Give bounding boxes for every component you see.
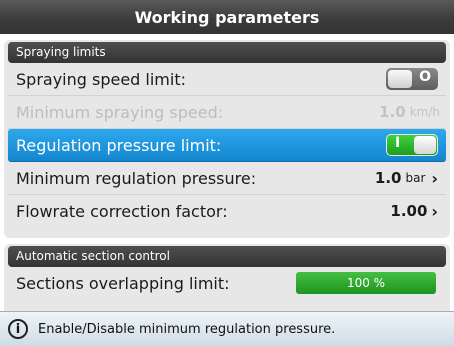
title-bar: Working parameters [0,0,454,34]
row-label: Minimum spraying speed: [16,102,224,122]
section-header-spraying-limits: Spraying limits [8,42,446,63]
row-label: Regulation pressure limit: [16,135,222,155]
spraying-limits-panel: Spraying limits Spraying speed limit: O … [4,40,450,238]
spraying-speed-limit-toggle[interactable]: O [386,68,438,90]
bar-value: 100 % [346,276,386,290]
overlapping-limit-bar[interactable]: 100 % [296,272,436,294]
sections-overlapping-limit-row[interactable]: Sections overlapping limit: 100 % [8,267,446,299]
toggle-on-symbol: I [395,135,401,151]
row-label: Spraying speed limit: [16,69,186,89]
minimum-regulation-pressure-row[interactable]: Minimum regulation pressure: 1.0 bar › [8,162,446,195]
toggle-off-symbol: O [419,69,431,85]
chevron-right-icon: › [431,201,438,221]
flowrate-correction-factor-row[interactable]: Flowrate correction factor: 1.00 › [8,195,446,227]
row-label: Flowrate correction factor: [16,201,228,221]
info-icon: i [8,319,28,339]
row-label: Sections overlapping limit: [16,273,230,293]
row-unit: bar [405,171,426,185]
info-bar: i Enable/Disable minimum regulation pres… [0,311,454,346]
row-value: 1.00 [390,202,428,220]
toggle-knob [388,70,412,88]
row-label: Minimum regulation pressure: [16,168,257,188]
window-title: Working parameters [134,7,320,27]
section-header-automatic-section-control: Automatic section control [8,246,446,267]
regulation-pressure-limit-toggle[interactable]: I [386,134,438,156]
info-text: Enable/Disable minimum regulation pressu… [38,321,336,337]
spraying-speed-limit-row[interactable]: Spraying speed limit: O [8,63,446,96]
regulation-pressure-limit-row[interactable]: Regulation pressure limit: I [8,129,446,162]
row-value: 1.0 [379,103,406,121]
row-unit: km/h [409,105,440,119]
minimum-spraying-speed-row: Minimum spraying speed: 1.0 km/h [8,96,446,129]
toggle-knob [414,136,436,154]
automatic-section-control-panel: Automatic section control Sections overl… [4,244,450,319]
chevron-right-icon: › [431,168,438,188]
row-value: 1.0 [374,169,402,187]
